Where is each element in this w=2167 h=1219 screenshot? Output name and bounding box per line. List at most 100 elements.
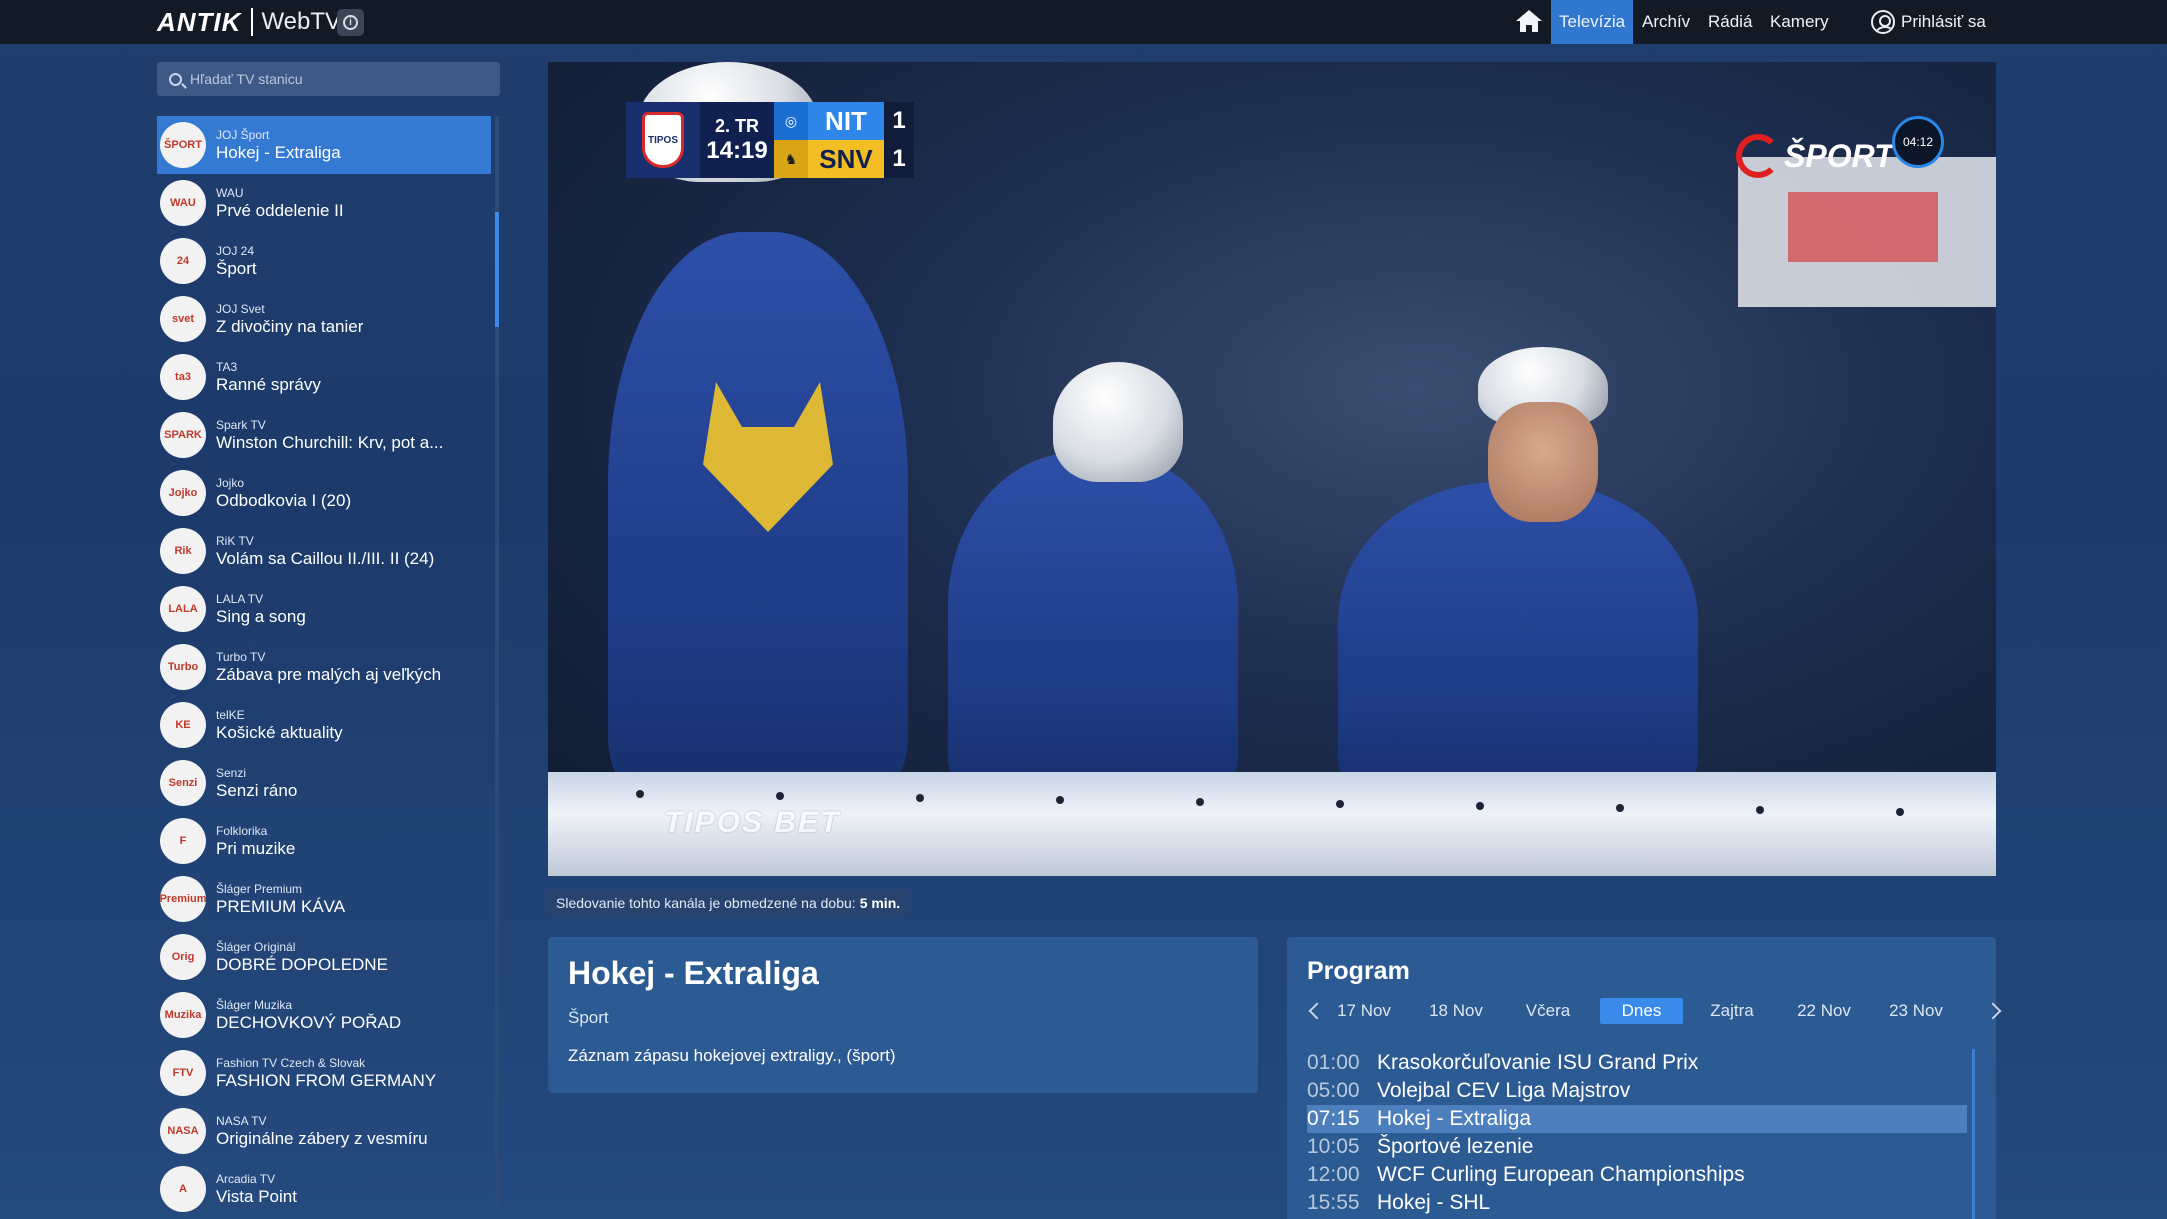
program-item-title: Krasokorčuľovanie ISU Grand Prix [1377,1051,1699,1074]
channel-item[interactable]: svet JOJ Svet Z divočiny na tanier [157,290,491,348]
channel-item[interactable]: Rik RiK TV Volám sa Caillou II./III. II (2… [157,522,491,580]
channel-search[interactable] [157,62,500,96]
channel-name: JOJ Šport [216,127,270,142]
program-row[interactable]: 15:55 Hokej - SHL [1307,1189,1967,1217]
channel-item[interactable]: Jojko Jojko Odbodkovia I (20) [157,464,491,522]
player-figure [948,452,1238,792]
channel-item[interactable]: Senzi Senzi Senzi ráno [157,754,491,812]
channel-name: Jojko [216,475,245,490]
program-guide: Program 17 Nov 18 Nov Včera Dnes Zajtra … [1287,937,2002,1219]
channel-name: Šláger Premium [216,881,303,896]
program-genre: Šport [568,1008,609,1027]
chevron-left-icon[interactable] [1308,1002,1326,1020]
channel-current-program: FASHION FROM GERMANY [216,1070,437,1090]
day-tab[interactable]: 17 Nov [1331,998,1397,1024]
channel-current-program: Z divočiny na tanier [216,316,364,336]
day-tab-active[interactable]: Dnes [1600,998,1683,1024]
channel-item[interactable]: SPARK Spark TV Winston Churchill: Krv, pot… [157,406,491,464]
info-button[interactable]: i [337,9,364,36]
channel-item[interactable]: FTV Fashion TV Czech & Slovak FASHION FROM… [157,1044,491,1102]
channel-item[interactable]: A Arcadia TV Vista Point [157,1160,491,1218]
channel-logo: Turbo [160,644,206,690]
day-tab[interactable]: 23 Nov [1883,998,1949,1024]
channel-item[interactable]: ŠPORT JOJ Šport Hokej - Extraliga [157,116,491,174]
channel-name: telKE [216,707,245,722]
info-icon: i [343,15,358,30]
channel-item[interactable]: Premium Šláger Premium PREMIUM KÁVA [157,870,491,928]
program-time: 10:05 [1307,1135,1360,1158]
channel-list-scroll-thumb[interactable] [495,212,499,327]
nav-radia[interactable]: Rádiá [1700,0,1760,44]
program-item-title: WCF Curling European Championships [1377,1163,1745,1186]
channel-name: LALA TV [216,591,264,606]
channel-logo: F [160,818,206,864]
channel-item[interactable]: LALA LALA TV Sing a song [157,580,491,638]
nav-kamery[interactable]: Kamery [1762,0,1837,44]
user-icon [1871,10,1895,34]
channel-name: Fashion TV Czech & Slovak [216,1055,366,1070]
channel-logo: Premium [160,876,206,922]
video-player[interactable]: TIPOS BET TIPOS 2. TR 14:19 ◎ NIT 1 ♞ SN… [548,62,1996,876]
channel-logo: 24 [160,238,206,284]
channel-logo: WAU [160,180,206,226]
channel-item[interactable]: 24 JOJ 24 Šport [157,232,491,290]
program-row[interactable]: 05:00 Volejbal CEV Liga Majstrov [1307,1077,1967,1105]
channel-current-program: Originálne zábery z vesmíru [216,1128,428,1148]
channel-list: ŠPORT JOJ Šport Hokej - Extraliga WAU WAU Prv… [157,116,491,1219]
player-face [1488,402,1598,522]
channel-item[interactable]: Orig Šláger Originál DOBRÉ DOPOLEDNE [157,928,491,986]
program-item-title: Volejbal CEV Liga Majstrov [1377,1079,1631,1102]
home-icon[interactable] [1514,8,1544,34]
program-row[interactable]: 12:00 WCF Curling European Championships [1307,1161,1967,1189]
channel-current-program: Košické aktuality [216,722,343,742]
program-heading: Program [1307,957,1410,985]
logo-divider [251,8,254,36]
team-score: 1 [884,140,914,178]
program-time: 07:15 [1307,1107,1360,1130]
nav-archiv[interactable]: Archív [1634,0,1698,44]
channel-item[interactable]: Turbo Turbo TV Zábava pre malých aj veľkýc… [157,638,491,696]
channel-name: RiK TV [216,533,254,548]
channel-item[interactable]: KE telKE Košické aktuality [157,696,491,754]
day-tab[interactable]: 18 Nov [1423,998,1489,1024]
channel-item[interactable]: F Folklorika Pri muzike [157,812,491,870]
program-list-scrollbar[interactable] [1972,1049,1975,1219]
channel-item[interactable]: Muzika Šláger Muzika DECHOVKOVÝ POŘAD [157,986,491,1044]
team-score: 1 [884,102,914,140]
day-selector: 17 Nov 18 Nov Včera Dnes Zajtra 22 Nov 2… [1307,998,2002,1024]
program-time: 05:00 [1307,1079,1360,1102]
day-tab[interactable]: 22 Nov [1791,998,1857,1024]
day-tab[interactable]: Zajtra [1699,998,1765,1024]
channel-item[interactable]: WAU WAU Prvé oddelenie II [157,174,491,232]
game-clock: 2. TR 14:19 [700,102,774,178]
watch-limit-notice: Sledovanie tohto kanála je obmedzené na … [548,890,909,916]
channel-name: JOJ 24 [216,243,255,258]
channel-logo: Senzi [160,760,206,806]
channel-current-program: Ranné správy [216,374,321,394]
brand-name: ANTIK [157,6,242,37]
program-row[interactable]: 10:05 Športové lezenie [1307,1133,1967,1161]
channel-current-program: Hokej - Extraliga [216,142,341,162]
login-label: Prihlásiť sa [1901,12,1986,31]
team-away: ♞ SNV 1 [774,140,914,178]
scorebug: TIPOS 2. TR 14:19 ◎ NIT 1 ♞ SNV 1 [626,102,914,178]
channel-item[interactable]: NASA NASA TV Originálne zábery z vesmíru [157,1102,491,1160]
brand-logo[interactable]: ANTIK WebTV [157,0,341,44]
channel-current-program: Sing a song [216,606,306,626]
chevron-right-icon[interactable] [1984,1002,2002,1020]
channel-logo-text: ŠPORT [1784,137,1894,174]
channel-logo: Rik [160,528,206,574]
top-bar: ANTIK WebTV i Televízia Archív Rádiá Kam… [0,0,2167,44]
login-button[interactable]: Prihlásiť sa [1871,0,1986,44]
program-row[interactable]: 01:00 Krasokorčuľovanie ISU Grand Prix [1307,1049,1967,1077]
program-row[interactable]: 07:15 Hokej - Extraliga [1307,1105,1967,1133]
team-home: ◎ NIT 1 [774,102,914,140]
search-input[interactable] [190,71,490,87]
player-figure [1338,482,1698,792]
channel-current-program: Winston Churchill: Krv, pot a... [216,432,444,452]
day-tab[interactable]: Včera [1515,998,1581,1024]
team-abbr: SNV [808,140,884,178]
channel-item[interactable]: ta3 TA3 Ranné správy [157,348,491,406]
nav-televizia[interactable]: Televízia [1551,0,1634,44]
channel-current-program: DECHOVKOVÝ POŘAD [216,1012,402,1032]
